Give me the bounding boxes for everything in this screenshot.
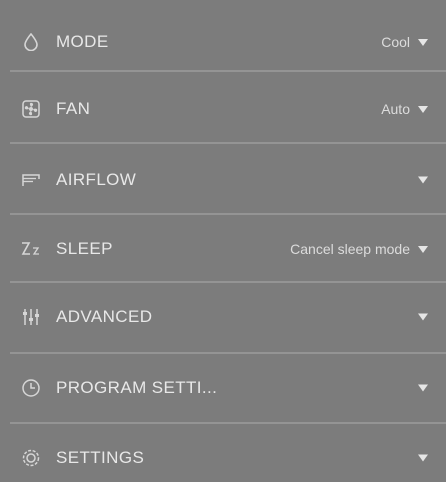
chevron-down-icon [418, 384, 428, 392]
ac-control-panel: MODE Cool FAN Auto AIRFLOW SLEEP Cancel … [0, 0, 446, 482]
sleep-zz-icon [20, 238, 42, 260]
mode-row[interactable]: MODE Cool [0, 8, 446, 76]
fan-icon [20, 98, 42, 120]
chevron-down-icon [418, 313, 428, 321]
chevron-down-icon [418, 176, 428, 184]
fan-dropdown[interactable]: Auto [381, 101, 428, 117]
settings-row[interactable]: SETTINGS [0, 424, 446, 482]
mode-label: MODE [56, 32, 109, 51]
sleep-row[interactable]: SLEEP Cancel sleep mode [0, 215, 446, 283]
airflow-label: AIRFLOW [56, 170, 137, 189]
mode-value: Cool [381, 34, 410, 50]
airflow-vent-icon [20, 169, 42, 191]
divider [10, 70, 446, 72]
gear-icon [20, 447, 42, 469]
fan-value: Auto [381, 101, 410, 117]
program-settings-dropdown[interactable] [410, 384, 428, 392]
program-settings-label: PROGRAM SETTI... [56, 378, 218, 397]
fan-row[interactable]: FAN Auto [0, 75, 446, 143]
chevron-down-icon [418, 245, 428, 253]
chevron-down-icon [418, 105, 428, 113]
sliders-icon [20, 306, 42, 328]
sleep-value: Cancel sleep mode [290, 241, 410, 257]
mode-dropdown[interactable]: Cool [381, 34, 428, 50]
advanced-label: ADVANCED [56, 307, 153, 326]
fan-label: FAN [56, 99, 91, 118]
settings-label: SETTINGS [56, 448, 145, 467]
droplet-icon [20, 31, 42, 53]
program-settings-row[interactable]: PROGRAM SETTI... [0, 354, 446, 422]
chevron-down-icon [418, 38, 428, 46]
settings-dropdown[interactable] [410, 454, 428, 462]
chevron-down-icon [418, 454, 428, 462]
clock-icon [20, 377, 42, 399]
airflow-row[interactable]: AIRFLOW [0, 146, 446, 214]
advanced-row[interactable]: ADVANCED [0, 283, 446, 351]
sleep-dropdown[interactable]: Cancel sleep mode [290, 241, 428, 257]
sleep-label: SLEEP [56, 239, 113, 258]
airflow-dropdown[interactable] [410, 176, 428, 184]
divider [10, 142, 446, 144]
advanced-dropdown[interactable] [410, 313, 428, 321]
